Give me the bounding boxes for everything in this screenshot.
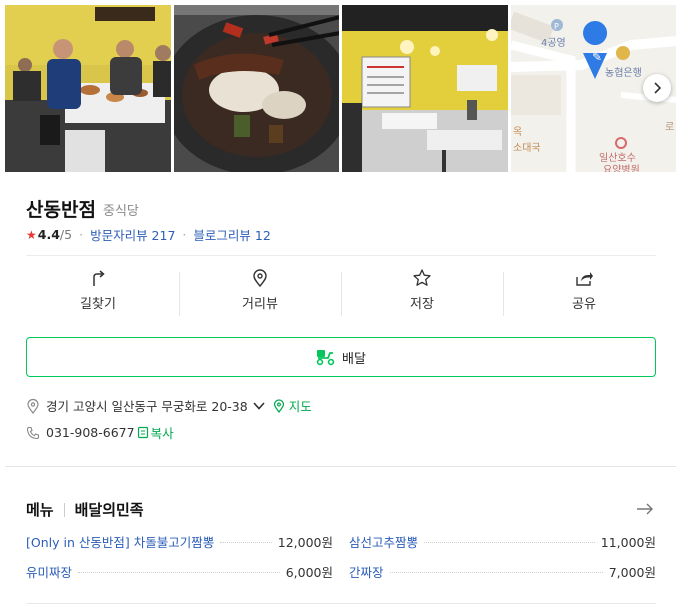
map-label: 요양병원 xyxy=(603,164,640,172)
divider xyxy=(26,603,656,604)
copy-label: 복사 xyxy=(150,426,174,441)
dotted-leader xyxy=(389,572,603,573)
map-label: 옥 xyxy=(513,126,522,138)
delivery-label: 배달 xyxy=(342,351,366,367)
section-divider xyxy=(5,466,676,467)
copy-icon xyxy=(137,426,148,439)
separator-dot: · xyxy=(182,227,187,242)
menu-more-button[interactable] xyxy=(636,501,654,520)
menu-item[interactable]: 유미짜장 6,000원 xyxy=(26,562,333,581)
save-label: 저장 xyxy=(410,297,434,312)
menu-item-name: 삼선고추짬뽕 xyxy=(349,535,419,550)
menu-header: 메뉴 배달의민족 xyxy=(26,499,144,520)
menu-item-price: 6,000원 xyxy=(285,565,333,580)
menu-item-name: 간짜장 xyxy=(349,565,384,580)
location-pin-icon xyxy=(253,269,267,288)
svg-text:P: P xyxy=(554,22,559,31)
map-label: 일산호수 xyxy=(599,152,636,164)
dotted-leader xyxy=(424,542,595,543)
delivery-scooter-icon xyxy=(316,350,335,366)
share-icon xyxy=(576,272,593,286)
address-expand-button[interactable] xyxy=(253,401,265,411)
divider xyxy=(63,502,65,517)
menu-item-name: [Only in 산동반점] 차돌불고기짬뽕 xyxy=(26,535,215,550)
rating-value: 4.4 xyxy=(37,227,60,242)
star-rating-icon: ★ xyxy=(26,227,37,242)
visitor-reviews-link[interactable]: 방문자리뷰 217 xyxy=(90,225,175,244)
menu-item[interactable]: 간짜장 7,000원 xyxy=(349,562,656,581)
directions-icon xyxy=(93,270,105,286)
directions-button[interactable]: 길찾기 xyxy=(17,268,179,318)
share-button[interactable]: 공유 xyxy=(503,268,665,318)
chevron-down-icon xyxy=(253,401,265,410)
rating-row: ★ 4.4 /5 · 방문자리뷰 217 · 블로그리뷰 12 xyxy=(26,225,271,244)
dotted-leader xyxy=(220,542,272,543)
separator-dot: · xyxy=(79,227,84,242)
gallery-next-button[interactable] xyxy=(643,74,671,102)
menu-item-price: 7,000원 xyxy=(608,565,656,580)
arrow-right-icon xyxy=(637,503,653,515)
map-label: 4공영 xyxy=(541,37,566,49)
address-text: 경기 고양시 일산동구 무궁화로 20-38 xyxy=(46,399,248,414)
address-row: 경기 고양시 일산동구 무궁화로 20-38 지도 xyxy=(26,396,312,415)
place-title: 산동반점 xyxy=(26,199,96,221)
directions-label: 길찾기 xyxy=(80,297,116,312)
map-label: 농협은행 xyxy=(605,66,642,79)
menu-item[interactable]: [Only in 산동반점] 차돌불고기짬뽕 12,000원 xyxy=(26,532,333,551)
star-icon xyxy=(413,269,431,286)
menu-provider: 배달의민족 xyxy=(74,501,144,519)
chevron-right-icon xyxy=(654,82,662,94)
blog-reviews-link[interactable]: 블로그리뷰 12 xyxy=(193,225,270,244)
menu-item-price: 11,000원 xyxy=(600,535,656,550)
restaurant-photo-interior[interactable] xyxy=(342,5,508,172)
place-category: 중식당 xyxy=(103,204,139,219)
menu-item-price: 12,000원 xyxy=(277,535,333,550)
rating-max: /5 xyxy=(59,227,73,242)
copy-button[interactable]: 복사 xyxy=(137,423,174,442)
photo-gallery: P 4공영 농협은행 ✎ 일산호수 요양병원 옥 소대국 로 xyxy=(5,5,676,172)
phone-row: 031-908-6677 복사 xyxy=(26,423,174,442)
map-link[interactable]: 지도 xyxy=(289,396,312,415)
action-bar: 길찾기 거리뷰 저장 공유 xyxy=(17,268,665,318)
phone-number: 031-908-6677 xyxy=(46,425,135,440)
street-view-button[interactable]: 거리뷰 xyxy=(179,268,341,318)
menu-title: 메뉴 xyxy=(26,501,54,519)
restaurant-photo-food[interactable] xyxy=(173,5,339,172)
map-label: 로 xyxy=(665,122,674,133)
location-pin-icon xyxy=(26,398,40,414)
restaurant-photo-diners[interactable] xyxy=(5,5,171,172)
dotted-leader xyxy=(78,572,280,573)
svg-text:✎: ✎ xyxy=(592,50,602,64)
divider xyxy=(26,255,656,256)
street-view-label: 거리뷰 xyxy=(242,297,278,312)
map-label: 소대국 xyxy=(513,142,541,154)
menu-item-name: 유미짜장 xyxy=(26,565,73,580)
phone-icon xyxy=(26,426,40,440)
save-button[interactable]: 저장 xyxy=(341,268,503,318)
map-pin-icon xyxy=(273,398,285,413)
delivery-button[interactable]: 배달 xyxy=(26,337,656,377)
share-label: 공유 xyxy=(572,297,596,312)
menu-item[interactable]: 삼선고추짬뽕 11,000원 xyxy=(349,532,656,551)
